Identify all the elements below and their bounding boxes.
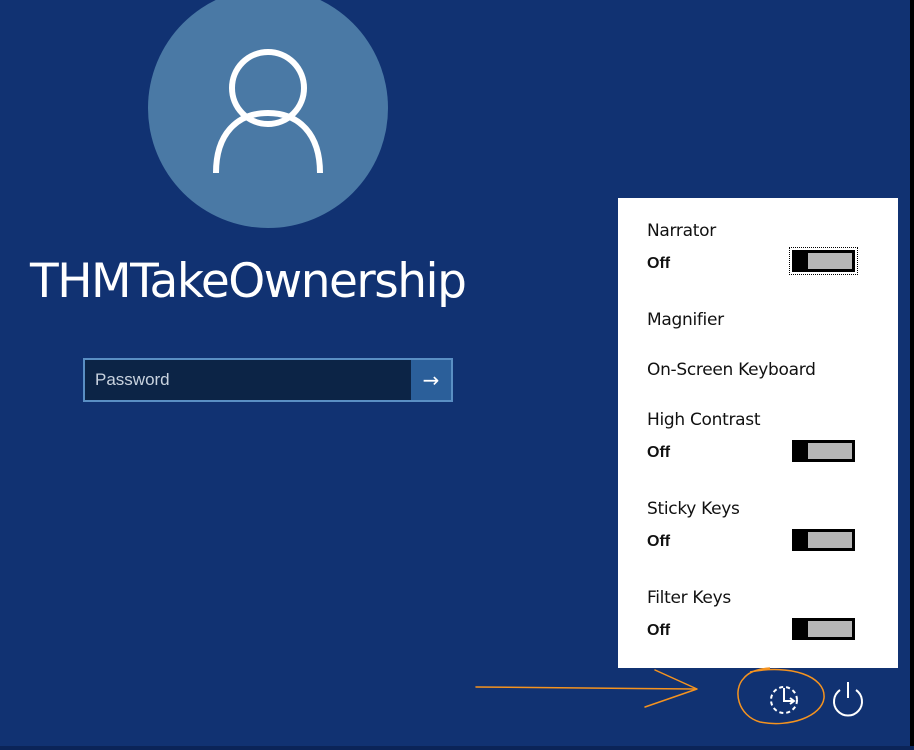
sticky-keys-state: Off bbox=[647, 533, 671, 550]
narrator-label: Narrator bbox=[647, 221, 716, 241]
high-contrast-toggle[interactable] bbox=[792, 440, 855, 462]
screen-edge bbox=[910, 0, 914, 750]
high-contrast-state: Off bbox=[647, 444, 671, 461]
user-avatar bbox=[148, 0, 388, 228]
arrow-icon bbox=[475, 669, 698, 708]
ease-of-access-button[interactable] bbox=[760, 676, 808, 724]
user-silhouette-icon bbox=[213, 49, 323, 174]
sticky-keys-label: Sticky Keys bbox=[647, 499, 740, 519]
filter-keys-state: Off bbox=[647, 622, 671, 639]
high-contrast-label: High Contrast bbox=[647, 410, 761, 430]
filter-keys-toggle[interactable] bbox=[792, 618, 855, 640]
ease-of-access-panel: Narrator Off Magnifier On-Screen Keyboar… bbox=[618, 198, 898, 668]
username-label: THMTakeOwnership bbox=[30, 254, 467, 309]
magnifier-item[interactable]: Magnifier bbox=[647, 310, 724, 330]
screen-bottom-edge bbox=[0, 746, 914, 750]
narrator-toggle[interactable] bbox=[789, 247, 858, 275]
narrator-state: Off bbox=[647, 255, 671, 272]
password-input[interactable] bbox=[85, 360, 411, 400]
on-screen-keyboard-item[interactable]: On-Screen Keyboard bbox=[647, 360, 816, 380]
sticky-keys-toggle[interactable] bbox=[792, 529, 855, 551]
password-box: → bbox=[83, 358, 453, 402]
filter-keys-label: Filter Keys bbox=[647, 588, 731, 608]
submit-arrow-button[interactable]: → bbox=[411, 360, 451, 400]
power-button[interactable] bbox=[826, 676, 870, 720]
ease-of-access-icon bbox=[770, 686, 798, 714]
power-icon bbox=[833, 682, 863, 717]
